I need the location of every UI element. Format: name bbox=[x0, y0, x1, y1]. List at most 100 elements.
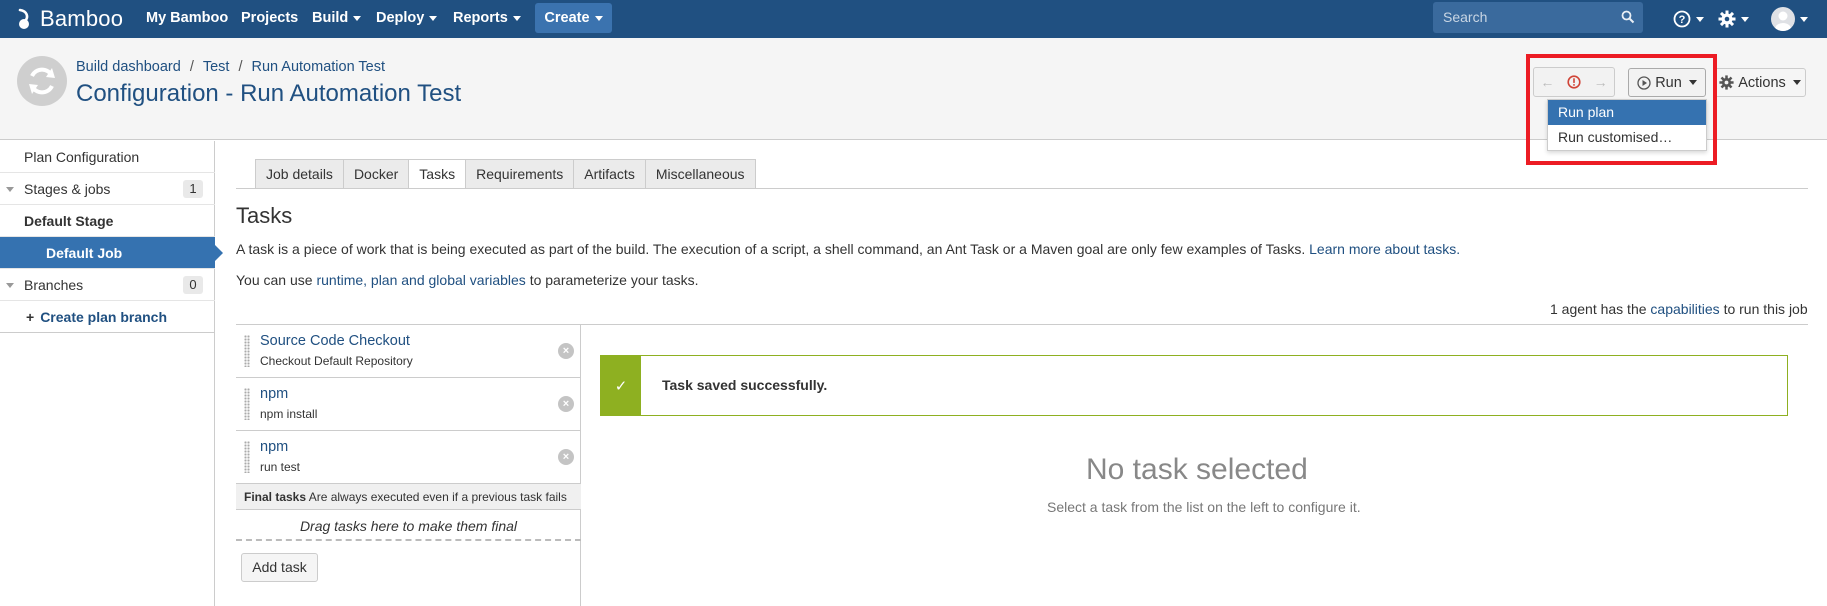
sidebar-item-branches[interactable]: Branches 0 bbox=[0, 269, 215, 301]
tab-requirements[interactable]: Requirements bbox=[465, 159, 575, 189]
empty-state-title: No task selected bbox=[1086, 453, 1308, 486]
breadcrumb-plan[interactable]: Run Automation Test bbox=[251, 59, 385, 75]
plus-icon: + bbox=[26, 309, 35, 325]
search-input[interactable]: Search bbox=[1433, 2, 1643, 33]
delete-task-icon[interactable]: × bbox=[558, 343, 574, 359]
sidebar-item-stages-jobs[interactable]: Stages & jobs 1 bbox=[0, 173, 215, 205]
empty-state-subtitle: Select a task from the list on the left … bbox=[1047, 499, 1361, 515]
sidebar-item-default-job[interactable]: Default Job bbox=[0, 237, 223, 269]
create-label: Create bbox=[544, 10, 590, 26]
final-tasks-header: Final tasks Are always executed even if … bbox=[236, 484, 581, 510]
nav-deploy[interactable]: Deploy bbox=[376, 0, 438, 38]
task-title[interactable]: npm bbox=[260, 386, 288, 402]
breadcrumb-separator: / bbox=[189, 59, 194, 75]
tab-tasks[interactable]: Tasks bbox=[408, 159, 467, 189]
chevron-down-icon bbox=[512, 15, 521, 21]
tab-job-details[interactable]: Job details bbox=[255, 159, 344, 189]
tab-miscellaneous[interactable]: Miscellaneous bbox=[644, 159, 756, 189]
logo-text: Bamboo bbox=[40, 6, 124, 31]
bamboo-logo[interactable]: Bamboo bbox=[16, 0, 123, 38]
page-title: Configuration - Run Automation Test bbox=[76, 80, 462, 107]
delete-task-icon[interactable]: × bbox=[558, 449, 574, 465]
description-text: A task is a piece of work that is being … bbox=[236, 241, 1310, 257]
top-navigation-bar: Bamboo My Bamboo Projects Build Deploy R… bbox=[0, 0, 1827, 38]
variables-description: You can use runtime, plan and global var… bbox=[236, 272, 699, 288]
nav-reports[interactable]: Reports bbox=[453, 0, 521, 38]
admin-menu[interactable] bbox=[1718, 7, 1749, 31]
tab-docker[interactable]: Docker bbox=[342, 159, 410, 189]
nav-my-bamboo[interactable]: My Bamboo bbox=[146, 0, 228, 38]
agents-capabilities-info: 1 agent has the capabilities to run this… bbox=[1550, 301, 1808, 317]
task-item[interactable]: npm run test × bbox=[236, 431, 581, 484]
create-branch-label: Create plan branch bbox=[40, 309, 168, 325]
search-icon bbox=[1621, 10, 1635, 24]
task-subtitle: npm install bbox=[260, 407, 318, 421]
nav-label: Projects bbox=[241, 10, 299, 26]
sidebar-item-label: Default Stage bbox=[24, 213, 114, 229]
task-title[interactable]: Source Code Checkout bbox=[260, 333, 410, 349]
task-subtitle: Checkout Default Repository bbox=[260, 354, 413, 368]
final-tasks-label: Final tasks bbox=[244, 490, 307, 504]
nav-projects[interactable]: Projects bbox=[241, 0, 298, 38]
chevron-down-icon bbox=[1741, 16, 1749, 22]
description-text: to parameterize your tasks. bbox=[525, 272, 699, 288]
plan-sidebar: Plan Configuration Stages & jobs 1 Defau… bbox=[0, 141, 223, 606]
drag-handle-icon[interactable] bbox=[244, 335, 250, 367]
refresh-icon bbox=[29, 67, 55, 95]
capabilities-link[interactable]: capabilities bbox=[1650, 301, 1719, 317]
task-subtitle: run test bbox=[260, 460, 301, 474]
search-placeholder: Search bbox=[1443, 9, 1488, 25]
tasks-description: A task is a piece of work that is being … bbox=[236, 241, 1460, 257]
nav-label: Build bbox=[312, 10, 349, 26]
breadcrumb: Build dashboard / Test / Run Automation Test bbox=[76, 59, 385, 75]
success-message: ✓ Task saved successfully. bbox=[600, 355, 1788, 416]
drag-handle-icon[interactable] bbox=[244, 441, 250, 473]
actions-button[interactable]: Actions bbox=[1714, 68, 1806, 97]
chevron-down-icon bbox=[594, 15, 603, 21]
section-heading: Tasks bbox=[236, 203, 293, 228]
chevron-down-icon bbox=[1792, 80, 1801, 85]
sidebar-item-label: Default Job bbox=[46, 245, 123, 261]
breadcrumb-separator: / bbox=[238, 59, 243, 75]
drag-handle-icon[interactable] bbox=[244, 388, 250, 420]
actions-label: Actions bbox=[1738, 74, 1786, 91]
plan-status-icon bbox=[17, 56, 67, 106]
tab-artifacts[interactable]: Artifacts bbox=[573, 159, 646, 189]
svg-text:?: ? bbox=[1679, 14, 1686, 26]
user-menu[interactable] bbox=[1771, 7, 1808, 31]
sidebar-item-default-stage[interactable]: Default Stage bbox=[0, 205, 215, 237]
create-button[interactable]: Create bbox=[535, 3, 612, 33]
count-badge: 0 bbox=[183, 276, 203, 294]
learn-more-link[interactable]: Learn more about tasks. bbox=[1309, 241, 1460, 257]
chevron-down-icon bbox=[1800, 16, 1808, 22]
sidebar-item-label: Plan Configuration bbox=[24, 149, 140, 165]
breadcrumb-test[interactable]: Test bbox=[203, 59, 230, 75]
help-icon: ? bbox=[1673, 10, 1691, 28]
add-task-button[interactable]: Add task bbox=[241, 553, 318, 582]
bamboo-logo-icon bbox=[18, 8, 29, 29]
avatar bbox=[1771, 7, 1795, 31]
user-icon bbox=[1775, 11, 1791, 31]
final-tasks-note: Are always executed even if a previous t… bbox=[308, 490, 567, 504]
variables-link[interactable]: runtime, plan and global variables bbox=[316, 272, 525, 288]
tabs-divider bbox=[236, 188, 1808, 189]
sidebar-item-label: Stages & jobs bbox=[24, 181, 111, 197]
nav-label: Deploy bbox=[376, 10, 425, 26]
task-item[interactable]: npm npm install × bbox=[236, 378, 581, 431]
chevron-down-icon bbox=[6, 187, 14, 192]
help-menu[interactable]: ? bbox=[1673, 7, 1704, 31]
nav-label: My Bamboo bbox=[146, 10, 229, 26]
breadcrumb-build-dashboard[interactable]: Build dashboard bbox=[76, 59, 181, 75]
final-tasks-drop-zone[interactable]: Drag tasks here to make them final bbox=[236, 511, 581, 541]
delete-task-icon[interactable]: × bbox=[558, 396, 574, 412]
check-icon: ✓ bbox=[601, 356, 641, 415]
nav-build[interactable]: Build bbox=[312, 0, 362, 38]
task-title[interactable]: npm bbox=[260, 439, 288, 455]
create-plan-branch-link[interactable]: + Create plan branch bbox=[0, 301, 215, 333]
chevron-down-icon bbox=[1696, 16, 1704, 22]
sidebar-item-label: Branches bbox=[24, 277, 84, 293]
task-item[interactable]: Source Code Checkout Checkout Default Re… bbox=[236, 325, 581, 378]
chevron-down-icon bbox=[353, 15, 362, 21]
sidebar-item-plan-configuration[interactable]: Plan Configuration bbox=[0, 141, 215, 173]
agents-text: 1 agent has the bbox=[1550, 301, 1651, 317]
